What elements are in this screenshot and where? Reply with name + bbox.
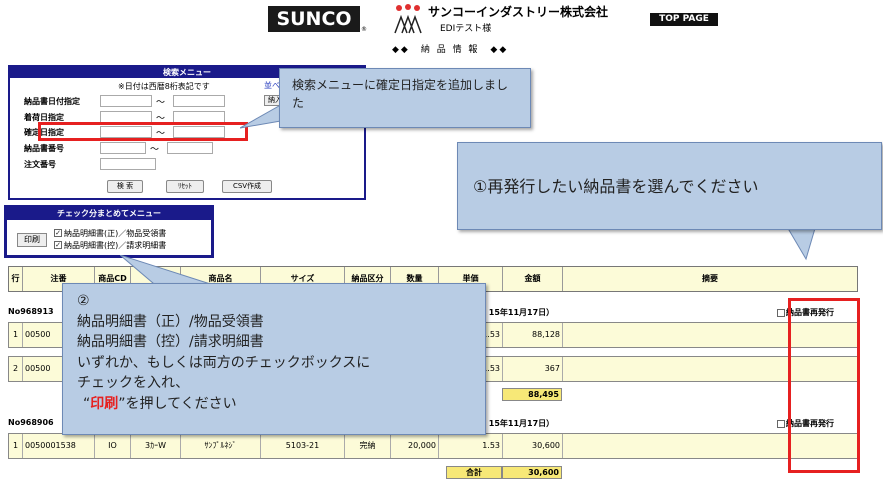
row-unit-price: 1.53 [439, 434, 503, 458]
original-copy-label: 納品明細書(正)／物品受領書 [64, 229, 167, 238]
delivery-number-from-input[interactable] [100, 142, 146, 154]
page-title: ◆◆ 納 品 情 報 ◆◆ [392, 45, 509, 55]
quote-close-text: ”を押してください [118, 395, 237, 412]
row-amount: 30,600 [503, 434, 563, 458]
range-separator: ～ [150, 145, 160, 155]
batch-check-menu: チェック分まとめてメニュー 印刷 ✓ 納品明細書(正)／物品受領書 ✓ 納品明細… [4, 205, 214, 258]
row-amount: 88,128 [503, 323, 563, 347]
sunco-logo: SUNCO [268, 6, 360, 32]
group-total-amount: 30,600 [502, 466, 562, 479]
company-mark-icon [394, 4, 422, 34]
row-amount: 367 [503, 357, 563, 381]
row-line: 1 [9, 434, 23, 458]
sort-link[interactable]: 並べ [264, 80, 280, 91]
row-product-code-2: 3ｶｰW [131, 434, 181, 458]
search-button[interactable]: 検 索 [107, 180, 143, 193]
col-remarks: 摘要 [563, 267, 857, 291]
callout3-line: ② [77, 293, 90, 309]
delivery-doc-number: No968913 [8, 307, 54, 316]
batch-check-title: チェック分まとめてメニュー [7, 208, 211, 220]
callout-print-instructions: ② 納品明細書（正）/物品受領書 納品明細書（控）/請求明細書 いずれか、もしく… [62, 283, 486, 435]
delivery-date-from-input[interactable] [100, 95, 152, 107]
customer-name: EDIテスト様 [440, 24, 492, 34]
row-quantity: 20,000 [391, 434, 439, 458]
row-product-name: ｻﾝﾌﾟﾙﾈｼﾞ [181, 434, 261, 458]
duplicate-copy-label: 納品明細書(控)／請求明細書 [64, 241, 167, 250]
row-order-number: 0050001538 [23, 434, 95, 458]
callout-confirm-date: 検索メニューに確定日指定を追加しました [279, 68, 531, 128]
delivery-doc-number: No968906 [8, 418, 54, 427]
confirm-date-highlight [38, 122, 248, 141]
reissue-checkbox[interactable] [777, 308, 785, 317]
callout3-line: “印刷”を押してください [77, 394, 471, 415]
delivery-date-label: 納品書日付指定 [24, 97, 80, 106]
callout2-pointer [785, 225, 817, 261]
table-row[interactable]: 1 0050001538 IO 3ｶｰW ｻﾝﾌﾟﾙﾈｼﾞ 5103-21 完納… [8, 433, 858, 459]
top-page-button[interactable]: TOP PAGE [650, 13, 718, 26]
duplicate-copy-checkbox[interactable]: ✓ [54, 241, 62, 249]
total-label: 合計 [446, 466, 502, 479]
callout3-line: 納品明細書（正）/物品受領書 [77, 313, 264, 330]
reissue-column-highlight [788, 298, 860, 473]
delivery-number-to-input[interactable] [167, 142, 213, 154]
row-delivery-type: 完納 [345, 434, 391, 458]
range-separator: ～ [156, 98, 166, 108]
callout3-line: いずれか、もしくは両方のチェックボックスに [77, 354, 371, 371]
date-format-note: ※日付は西暦8桁表記です [118, 82, 210, 91]
delivery-doc-date: 日 15年11月17日） [478, 419, 555, 428]
col-amount: 金額 [503, 267, 563, 291]
print-button[interactable]: 印刷 [17, 233, 47, 247]
col-line: 行 [9, 267, 23, 291]
company-name: サンコーインダストリー株式会社 [428, 5, 609, 19]
csv-export-button[interactable]: CSV作成 [222, 180, 272, 193]
row-line: 2 [9, 357, 23, 381]
delivery-date-to-input[interactable] [173, 95, 225, 107]
registered-mark: ® [361, 26, 367, 33]
delivery-number-label: 納品書番号 [24, 144, 64, 153]
row-size: 5103-21 [261, 434, 345, 458]
group-total-amount: 88,495 [502, 388, 562, 401]
delivery-doc-date: 日 15年11月17日） [478, 308, 555, 317]
print-keyword: 印刷 [90, 395, 119, 412]
order-number-input[interactable] [100, 158, 156, 170]
original-copy-checkbox[interactable]: ✓ [54, 229, 62, 237]
reset-button[interactable]: ﾘｾｯﾄ [166, 180, 204, 193]
row-line: 1 [9, 323, 23, 347]
order-number-label: 注文番号 [24, 160, 56, 169]
reissue-checkbox[interactable] [777, 419, 785, 428]
callout3-line: チェックを入れ、 [77, 375, 190, 391]
callout-select-reissue: ①再発行したい納品書を選んでください [457, 142, 882, 230]
callout3-line: 納品明細書（控）/請求明細書 [77, 334, 264, 350]
row-product-code: IO [95, 434, 131, 458]
